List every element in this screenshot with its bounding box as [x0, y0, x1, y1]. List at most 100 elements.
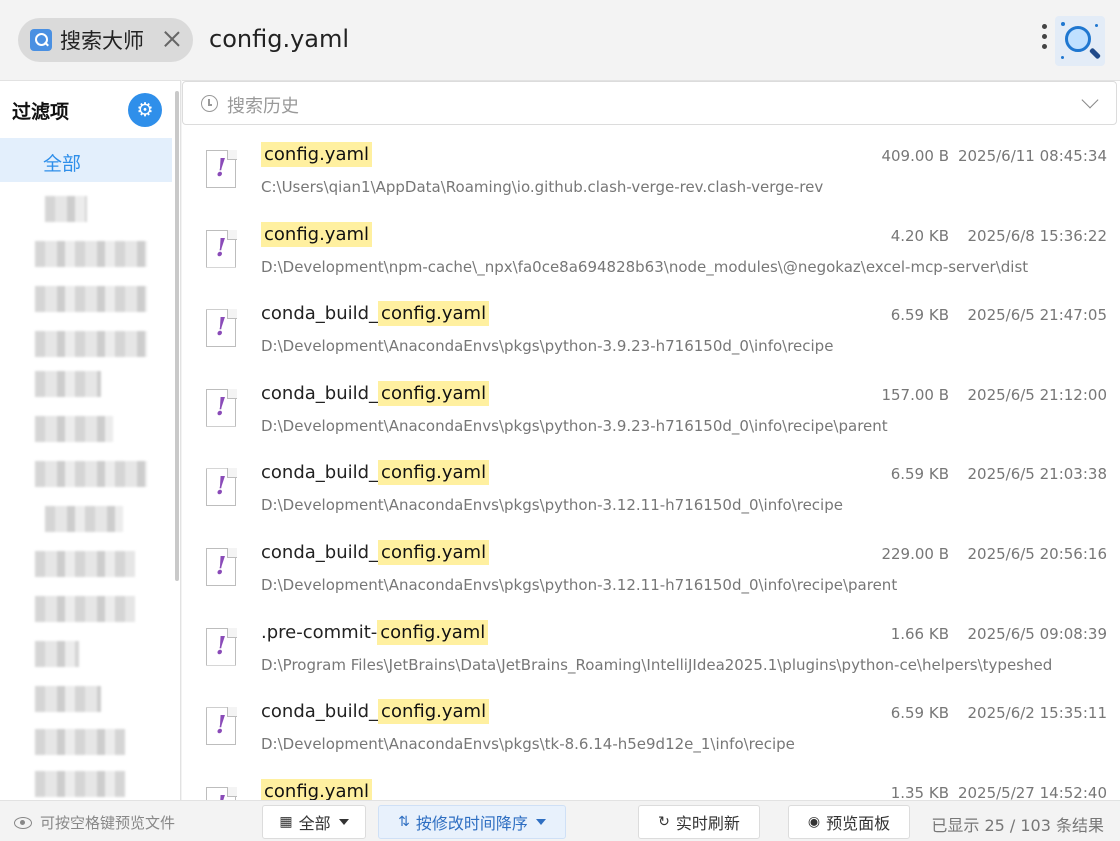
- close-icon[interactable]: [161, 28, 183, 50]
- top-bar: 搜索大师 config.yaml: [0, 0, 1120, 80]
- filter-item-blurred[interactable]: [35, 551, 135, 577]
- preview-hint: 可按空格键预览文件: [14, 812, 175, 833]
- sort-icon: ⇅: [398, 814, 410, 830]
- result-count: 已显示 25 / 103 条结果: [931, 816, 1104, 835]
- caret-down-icon: [535, 819, 546, 825]
- filter-item-blurred[interactable]: [35, 286, 147, 312]
- type-filter-dropdown[interactable]: ▦ 全部: [262, 805, 366, 839]
- app-logo-icon[interactable]: [1055, 16, 1105, 66]
- type-filter-label: 全部: [298, 814, 331, 833]
- file-path: D:\Development\AnacondaEnvs\pkgs\python-…: [261, 576, 898, 594]
- sort-dropdown[interactable]: ⇅ 按修改时间降序: [378, 805, 566, 839]
- filter-item-blurred[interactable]: [35, 596, 135, 622]
- result-row[interactable]: ! config.yaml 1.35 KB 2025/5/27 14:52:40: [182, 773, 1117, 800]
- status-bar: 可按空格键预览文件 ▦ 全部 ⇅ 按修改时间降序 ↻ 实时刷新 ◉ 预览面板 已…: [0, 800, 1120, 841]
- file-name: conda_build_ config.yaml: [261, 540, 490, 565]
- file-size: 6.59 KB: [890, 465, 949, 484]
- caret-down-icon: [338, 819, 349, 825]
- file-size: 157.00 B: [881, 385, 949, 404]
- sidebar-scrollbar[interactable]: [175, 91, 179, 581]
- refresh-label: 实时刷新: [675, 814, 740, 833]
- search-query[interactable]: config.yaml: [209, 25, 349, 53]
- exclamation-icon: !: [215, 232, 227, 262]
- search-tab[interactable]: 搜索大师: [18, 18, 193, 62]
- filter-item-blurred[interactable]: [35, 641, 79, 667]
- file-name-match: config.yaml: [378, 380, 490, 406]
- file-name-match: config.yaml: [261, 142, 373, 167]
- refresh-icon: ↻: [658, 814, 670, 830]
- eye-icon: [14, 816, 32, 829]
- result-row[interactable]: ! .pre-commit-config.yaml 1.66 KB 2025/6/5 …: [182, 614, 1117, 694]
- sort-label: 按修改时间降序: [415, 814, 528, 833]
- file-date: 2025/6/2 15:35:11: [967, 704, 1107, 723]
- file-date: 2025/6/5 20:56:16: [967, 545, 1107, 563]
- chevron-down-icon[interactable]: [1081, 91, 1099, 109]
- preview-panel-button[interactable]: ◉ 预览面板: [788, 805, 910, 839]
- file-path: D:\Development\npm-cache\_npx\fa0ce8a694…: [261, 257, 1029, 276]
- file-name-prefix: conda_build_: [261, 382, 379, 404]
- file-date: 2025/6/5 21:47:05: [967, 306, 1107, 325]
- result-row[interactable]: ! config.yaml 409.00 B 2025/6/11 08:45:34 C:…: [182, 136, 1117, 216]
- gear-icon[interactable]: ⚙: [128, 93, 162, 127]
- file-name-match: config.yaml: [377, 619, 489, 645]
- tab-label: 搜索大师: [60, 29, 144, 53]
- file-path: D:\Development\AnacondaEnvs\pkgs\python-…: [261, 416, 888, 435]
- result-row[interactable]: ! config.yaml 4.20 KB 2025/6/8 15:36:22 D:\D…: [182, 216, 1117, 296]
- file-name-prefix: .pre-commit-: [261, 621, 378, 643]
- file-size: 229.00 B: [881, 545, 949, 563]
- filter-item-blurred[interactable]: [45, 196, 87, 222]
- clock-icon: [201, 95, 218, 112]
- filter-item-all[interactable]: 全部: [0, 138, 172, 182]
- result-row[interactable]: ! conda_build_ config.yaml 6.59 KB 2025/6/5 …: [182, 454, 1117, 534]
- preview-hint-text: 可按空格键预览文件: [40, 814, 176, 832]
- filter-item-blurred[interactable]: [35, 686, 101, 712]
- file-size: 1.35 KB: [890, 783, 949, 800]
- file-name: conda_build_ config.yaml: [261, 380, 490, 406]
- file-name: conda_build_ config.yaml: [261, 460, 490, 486]
- file-size: 6.59 KB: [890, 704, 949, 723]
- file-name: conda_build_ config.yaml: [261, 699, 490, 725]
- file-name: config.yaml: [261, 221, 373, 247]
- file-date: 2025/6/11 08:45:34: [957, 147, 1107, 165]
- file-name-match: config.yaml: [378, 301, 490, 327]
- result-row[interactable]: ! conda_build_ config.yaml 229.00 B 2025/6/5…: [182, 534, 1117, 614]
- exclamation-icon: !: [215, 153, 227, 182]
- file-path: D:\Development\AnacondaEnvs\pkgs\tk-8.6.…: [261, 735, 795, 754]
- file-name-match: config.yaml: [378, 540, 490, 565]
- filter-item-blurred[interactable]: [35, 416, 113, 442]
- result-row[interactable]: ! conda_build_ config.yaml 6.59 KB 2025/6/2 …: [182, 693, 1117, 773]
- search-history-dropdown[interactable]: 搜索历史: [182, 81, 1117, 125]
- file-name-prefix: conda_build_: [261, 542, 379, 563]
- filter-item-blurred[interactable]: [35, 771, 125, 797]
- results-panel: 搜索历史 ! config.yaml 409.00 B 2025/6/11 08:45…: [182, 80, 1120, 800]
- file-name: config.yaml: [261, 142, 373, 167]
- more-options-icon[interactable]: [1038, 24, 1050, 56]
- file-name: config.yaml: [261, 778, 373, 800]
- eye-icon: ◉: [807, 814, 821, 830]
- exclamation-icon: !: [215, 551, 227, 580]
- exclamation-icon: !: [213, 790, 229, 800]
- file-date: 2025/6/5 21:03:38: [967, 465, 1107, 484]
- preview-panel-label: 预览面板: [826, 814, 891, 833]
- file-date: 2025/6/5 21:12:00: [967, 385, 1107, 404]
- realtime-refresh-button[interactable]: ↻ 实时刷新: [638, 805, 760, 839]
- filter-item-blurred[interactable]: [35, 371, 101, 397]
- filter-item-blurred[interactable]: [35, 331, 147, 357]
- result-row[interactable]: ! conda_build_ config.yaml 6.59 KB 2025/6/5 …: [182, 295, 1117, 375]
- filter-item-blurred[interactable]: [45, 506, 123, 532]
- file-name-prefix: conda_build_: [261, 701, 379, 723]
- search-app-icon: [30, 29, 52, 51]
- file-name-prefix: conda_build_: [261, 303, 379, 325]
- filter-item-blurred[interactable]: [35, 241, 147, 267]
- exclamation-icon: !: [215, 391, 227, 421]
- file-name-match: config.yaml: [378, 699, 490, 725]
- filter-item-blurred[interactable]: [35, 729, 125, 755]
- file-path: D:\Program Files\JetBrains\Data\JetBrain…: [261, 655, 1053, 674]
- file-name: conda_build_ config.yaml: [261, 301, 490, 327]
- result-row[interactable]: ! conda_build_ config.yaml 157.00 B 2025/6/5…: [182, 375, 1117, 455]
- file-size: 409.00 B: [881, 147, 949, 165]
- file-size: 4.20 KB: [890, 226, 949, 245]
- file-date: 2025/5/27 14:52:40: [957, 783, 1107, 800]
- exclamation-icon: !: [215, 312, 227, 342]
- filter-item-blurred[interactable]: [35, 461, 147, 487]
